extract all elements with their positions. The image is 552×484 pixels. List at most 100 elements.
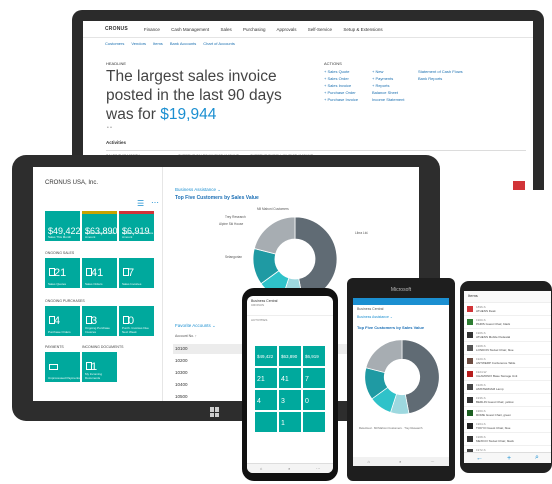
tile-my-incoming-documents[interactable]: 1 My Incoming Documents <box>82 352 117 382</box>
tile-overdue-sales[interactable]: $63,890 Overdue Sales Invoice Amount <box>82 211 118 241</box>
subnav-chart-of-accounts[interactable]: Chart of Accounts <box>203 41 235 46</box>
menu-icon[interactable]: ☰ <box>137 199 144 208</box>
tile-unprocessed-payments[interactable]: Unprocessed Payments <box>45 352 80 382</box>
add-icon[interactable]: + <box>507 455 511 462</box>
back-icon[interactable]: ← <box>476 455 483 462</box>
list-item[interactable]: 1924-W CHAMONIX Base Storage Unit <box>464 368 551 381</box>
menu-item-finance[interactable]: Finance <box>144 27 160 32</box>
tile-sales-this-month[interactable]: $49,422 Sales This Month <box>45 211 81 241</box>
tile-purchase-orders[interactable]: 4 Purchase Orders <box>45 306 80 336</box>
headline-pager[interactable]: • • <box>107 125 112 131</box>
tile-caption: Sales Invoices <box>122 281 142 286</box>
iphone-tile[interactable]: 4 <box>255 390 277 410</box>
search-icon[interactable]: ⌕ <box>535 454 539 462</box>
list-item[interactable]: 1960-S ROME Guest Chair, green <box>464 407 551 420</box>
item-thumbnail <box>467 397 473 403</box>
tile-caption: Overdue Sales Invoice Amount <box>85 231 116 239</box>
item-name: AMSTERDAM Lamp <box>476 387 504 391</box>
tile-sales-quotes[interactable]: 21 Sales Quotes <box>45 258 80 288</box>
iphone-tile[interactable]: $49,422 <box>255 346 277 366</box>
list-item[interactable]: 1936-S BERLIN Guest Chair, yellow <box>464 394 551 407</box>
tile-caption: Sales Quotes <box>48 281 67 286</box>
favorite-accounts-title[interactable]: Favorite Accounts ⌄ <box>175 323 216 329</box>
action-link[interactable]: + Reports <box>372 83 418 88</box>
list-item[interactable]: 1900-S PARIS Guest Chair, black <box>464 316 551 329</box>
action-link[interactable]: Statement of Cash Flows <box>418 69 478 74</box>
menu-item-setup[interactable]: Setup & Extensions <box>343 27 382 32</box>
subnav-vendors[interactable]: Vendors <box>131 41 146 46</box>
android-nav-bar: ← + ⌕ <box>464 452 551 463</box>
more-icon[interactable]: ⋯ <box>430 459 434 464</box>
subnav-bank-accounts[interactable]: Bank Accounts <box>170 41 196 46</box>
account-no-column[interactable]: Account No. ↑ <box>175 334 197 338</box>
menu-item-purchasing[interactable]: Purchasing <box>243 27 266 32</box>
windows-logo-icon <box>210 407 220 417</box>
product-montage: CRONUS Finance Cash Management Sales Pur… <box>0 0 552 484</box>
chart-annotation: Libra Ltd. <box>355 231 369 235</box>
menu-item-sales[interactable]: Sales <box>220 27 231 32</box>
action-link[interactable]: + New <box>372 69 418 74</box>
list-item[interactable]: 1920-S ANTWERP Conference Table <box>464 355 551 368</box>
iphone-screen: Business Central CRONUS ACTIVITIES $49,4… <box>247 296 333 473</box>
main-menu: Finance Cash Management Sales Purchasing… <box>144 27 393 32</box>
donut-slice-selangorian[interactable] <box>253 216 296 255</box>
iphone-tile[interactable]: 3 <box>279 390 301 410</box>
donut-slice-relecloud[interactable] <box>401 339 440 414</box>
action-link[interactable]: Bank Reports <box>418 76 478 81</box>
item-thumbnail <box>467 371 473 377</box>
incoming-documents-label: INCOMING DOCUMENTS <box>82 345 124 349</box>
list-item[interactable]: 1968-S MEXICO Swivel Chair, black <box>464 433 551 446</box>
iphone-tile[interactable] <box>255 412 277 432</box>
tile-ongoing-purchase-invoices[interactable]: 3 Ongoing Purchase Invoices <box>82 306 117 336</box>
tile-value: $49,422 <box>257 354 274 359</box>
menu-item-cash-management[interactable]: Cash Management <box>171 27 209 32</box>
more-icon[interactable]: ⋯ <box>316 466 320 471</box>
action-link[interactable]: + Sales Order <box>324 76 372 81</box>
menu-item-self-service[interactable]: Self-Service <box>308 27 332 32</box>
windows-phone-screen: Business Central Business Assistance ⌄ T… <box>353 298 449 466</box>
subnav-customers[interactable]: Customers <box>105 41 124 46</box>
actions-label: ACTIONS <box>324 61 342 66</box>
iphone-tile[interactable]: 1 <box>279 412 301 432</box>
more-icon[interactable]: ⋯ <box>151 198 159 207</box>
tile-overdue-purch[interactable]: $6,919 Overdue Purch. Invoice Amount <box>119 211 154 241</box>
action-link[interactable]: + Sales Quote <box>324 69 372 74</box>
iphone-tile[interactable]: $63,890 <box>279 346 301 366</box>
action-link[interactable]: Income Statement <box>372 97 418 102</box>
subnav-items[interactable]: Items <box>153 41 163 46</box>
iphone-tile[interactable]: $6,919 <box>303 346 325 366</box>
iphone-tile[interactable]: 7 <box>303 368 325 388</box>
list-item[interactable]: 1908-S LONDON Swivel Chair, blue <box>464 342 551 355</box>
business-assistance-title[interactable]: Business Assistance ⌄ <box>357 315 393 319</box>
list-item[interactable]: 1906-S ATHENS Mobile Pedestal <box>464 329 551 342</box>
top-navigation: CRONUS Finance Cash Management Sales Pur… <box>83 21 533 38</box>
search-icon[interactable]: ⌕ <box>288 466 290 471</box>
list-item[interactable]: 1896-S ATHENS Desk <box>464 303 551 316</box>
iphone-tile[interactable]: 0 <box>303 390 325 410</box>
iphone-tile[interactable] <box>303 412 325 432</box>
headline-amount[interactable]: $19,944 <box>160 106 216 123</box>
iphone-tile[interactable]: 41 <box>279 368 301 388</box>
iphone-tile[interactable]: 21 <box>255 368 277 388</box>
business-assistance-title[interactable]: Business Assistance ⌄ <box>175 187 221 193</box>
home-icon[interactable]: ⌂ <box>368 459 370 464</box>
home-icon[interactable]: ⌂ <box>260 466 262 471</box>
action-link[interactable]: + Purchase Order <box>324 90 372 95</box>
tile-sales-orders[interactable]: 41 Sales Orders <box>82 258 117 288</box>
tile-sales-invoices[interactable]: 7 Sales Invoices <box>119 258 154 288</box>
action-link[interactable]: + Sales Invoice <box>324 83 372 88</box>
menu-item-approvals[interactable]: Approvals <box>277 27 297 32</box>
list-item[interactable]: 1928-S AMSTERDAM Lamp <box>464 381 551 394</box>
action-link[interactable]: + Payments <box>372 76 418 81</box>
action-link[interactable]: + Purchase Invoice <box>324 97 372 102</box>
activities-title: Activities <box>106 140 127 145</box>
app-bar: ⌂ ⌕ ⋯ <box>353 457 449 466</box>
search-icon[interactable]: ⌕ <box>399 459 401 464</box>
donut-slice-selangorian[interactable] <box>365 339 403 374</box>
android-screen: Items 1896-S ATHENS Desk 1900-S PARIS Guest… <box>464 291 551 463</box>
action-link[interactable]: Balance Sheet <box>372 90 418 95</box>
tile-purch-invoices-due[interactable]: 0 Purch. Invoices Due Next Week <box>119 306 154 336</box>
company-brand[interactable]: CRONUS <box>105 26 128 32</box>
list-item[interactable]: 1964-S TOKYO Guest Chair, blue <box>464 420 551 433</box>
divider <box>106 150 526 151</box>
